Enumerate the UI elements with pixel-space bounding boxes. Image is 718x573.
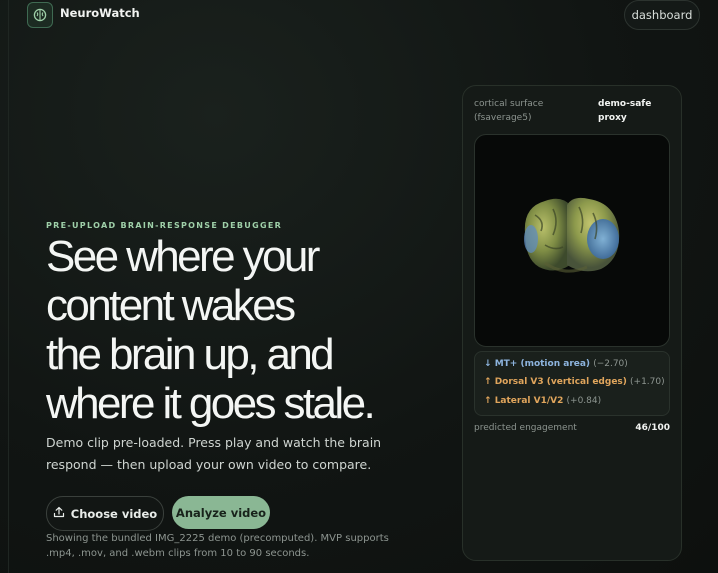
brain-render <box>524 197 620 273</box>
headline-line: content wakes <box>46 281 296 330</box>
engagement-label: predicted engagement <box>474 423 577 433</box>
choose-video-button[interactable]: Choose video <box>46 496 164 531</box>
brain-response-card: cortical surface (fsaverage5) demo-safe … <box>462 85 682 561</box>
metric-delta: (−2.70) <box>593 359 628 369</box>
metric-name: Lateral V1/V2 <box>494 396 564 406</box>
eyebrow-label: PRE-UPLOAD BRAIN-RESPONSE DEBUGGER <box>46 221 283 230</box>
page-edge-divider <box>8 0 9 573</box>
surface-label: cortical surface (fsaverage5) <box>474 99 544 123</box>
metric-name: MT+ (motion area) <box>494 359 591 369</box>
hero-headline: See where your content wakes the brain u… <box>46 232 446 428</box>
region-metrics: ↓ MT+ (motion area) (−2.70) ↑ Dorsal V3 … <box>474 351 670 416</box>
metric-delta: (+1.70) <box>630 377 665 387</box>
metric-arrow: ↑ <box>484 396 492 406</box>
metric-row: ↓ MT+ (motion area) (−2.70) <box>484 359 628 369</box>
demo-note: Showing the bundled IMG_2225 demo (preco… <box>46 533 389 559</box>
engagement-value: 46/100 <box>635 423 670 433</box>
brain-icon[interactable] <box>27 2 53 28</box>
metric-arrow: ↓ <box>484 359 492 369</box>
hero-subtitle: Demo clip pre-loaded. Press play and wat… <box>46 435 382 472</box>
metric-arrow: ↑ <box>484 377 492 387</box>
headline-line: the brain up, and <box>46 330 335 379</box>
choose-video-label: Choose video <box>70 506 158 521</box>
headline-line: See where your <box>46 232 320 281</box>
upload-icon <box>53 506 65 521</box>
metric-delta: (+0.84) <box>566 396 602 406</box>
headline-line: where it goes stale. <box>46 379 376 428</box>
metric-row: ↑ Dorsal V3 (vertical edges) (+1.70) <box>484 377 665 387</box>
demo-safe-label: demo-safe proxy <box>598 99 652 123</box>
metric-name: Dorsal V3 (vertical edges) <box>494 377 627 387</box>
brand-name[interactable]: NeuroWatch <box>60 6 140 20</box>
metric-row: ↑ Lateral V1/V2 (+0.84) <box>484 396 601 406</box>
dashboard-button[interactable]: dashboard <box>624 0 700 30</box>
brain-viewer[interactable] <box>474 134 670 347</box>
analyze-video-button[interactable]: Analyze video <box>172 496 270 529</box>
